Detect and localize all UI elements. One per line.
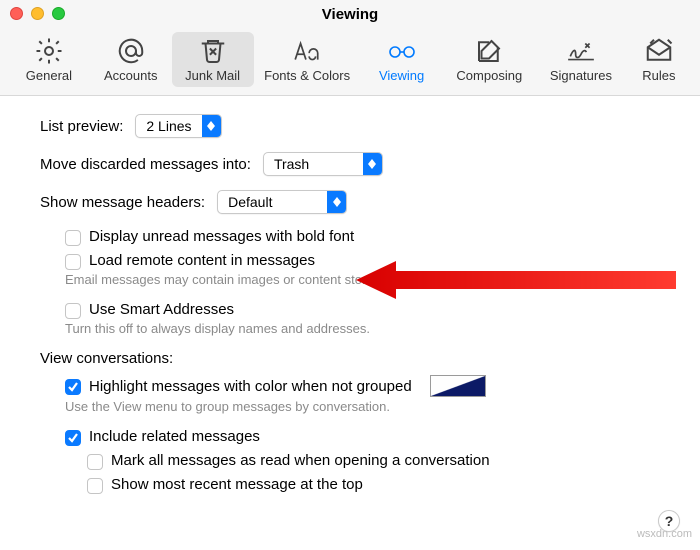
tab-junk-mail[interactable]: Junk Mail <box>172 32 254 87</box>
help-button-label: ? <box>665 513 674 529</box>
glasses-icon <box>387 36 417 66</box>
at-sign-icon <box>116 36 146 66</box>
tab-general-label: General <box>26 68 72 83</box>
move-discarded-select[interactable]: Trash <box>263 152 383 176</box>
highlight-color-well[interactable] <box>430 375 486 397</box>
minimize-window-button[interactable] <box>31 7 44 20</box>
tab-viewing-label: Viewing <box>379 68 424 83</box>
display-bold-label: Display unread messages with bold font <box>89 228 354 245</box>
tab-general[interactable]: General <box>8 32 90 87</box>
list-preview-label: List preview: <box>40 118 123 135</box>
smart-addresses-desc: Turn this off to always display names an… <box>65 321 676 336</box>
preferences-toolbar: General Accounts Junk Mail Fonts & Color… <box>0 28 700 96</box>
headers-select[interactable]: Default <box>217 190 347 214</box>
tab-accounts-label: Accounts <box>104 68 157 83</box>
list-preview-value: 2 Lines <box>136 118 201 134</box>
move-discarded-value: Trash <box>264 156 363 172</box>
move-discarded-label: Move discarded messages into: <box>40 156 251 173</box>
list-preview-select[interactable]: 2 Lines <box>135 114 221 138</box>
window-title: Viewing <box>0 6 700 23</box>
include-related-checkbox[interactable] <box>65 430 81 446</box>
headers-label: Show message headers: <box>40 194 205 211</box>
rules-icon <box>644 36 674 66</box>
tab-composing[interactable]: Composing <box>443 32 537 87</box>
tab-accounts[interactable]: Accounts <box>90 32 172 87</box>
chevron-updown-icon <box>327 190 346 214</box>
content-pane: List preview: 2 Lines Move discarded mes… <box>0 96 700 550</box>
tab-signatures-label: Signatures <box>550 68 612 83</box>
tab-fonts-colors-label: Fonts & Colors <box>264 68 350 83</box>
highlight-label: Highlight messages with color when not g… <box>89 378 412 395</box>
load-remote-content-checkbox[interactable] <box>65 254 81 270</box>
compose-icon <box>474 36 504 66</box>
smart-addresses-label: Use Smart Addresses <box>89 301 234 318</box>
include-related-label: Include related messages <box>89 428 260 445</box>
trash-bin-icon <box>198 36 228 66</box>
highlight-desc: Use the View menu to group messages by c… <box>65 399 676 414</box>
signature-icon <box>566 36 596 66</box>
tab-viewing[interactable]: Viewing <box>361 32 443 87</box>
watermark: wsxdn.com <box>637 528 692 540</box>
close-window-button[interactable] <box>10 7 23 20</box>
tab-composing-label: Composing <box>456 68 522 83</box>
zoom-window-button[interactable] <box>52 7 65 20</box>
load-remote-content-label: Load remote content in messages <box>89 252 315 269</box>
chevron-updown-icon <box>202 114 221 138</box>
tab-rules-label: Rules <box>642 68 675 83</box>
load-remote-content-desc: Email messages may contain images or con… <box>65 272 676 287</box>
mark-read-label: Mark all messages as read when opening a… <box>111 452 490 469</box>
tab-junk-mail-label: Junk Mail <box>185 68 240 83</box>
tab-signatures[interactable]: Signatures <box>536 32 626 87</box>
recent-top-label: Show most recent message at the top <box>111 476 363 493</box>
view-conversations-heading: View conversations: <box>40 350 676 367</box>
display-bold-checkbox[interactable] <box>65 230 81 246</box>
tab-fonts-colors[interactable]: Fonts & Colors <box>254 32 361 87</box>
tab-rules[interactable]: Rules <box>626 32 692 87</box>
fonts-icon <box>292 36 322 66</box>
titlebar: Viewing <box>0 0 700 28</box>
chevron-updown-icon <box>363 152 382 176</box>
smart-addresses-checkbox[interactable] <box>65 303 81 319</box>
gear-icon <box>34 36 64 66</box>
headers-value: Default <box>218 194 327 210</box>
recent-top-checkbox[interactable] <box>87 478 103 494</box>
highlight-checkbox[interactable] <box>65 379 81 395</box>
mark-read-checkbox[interactable] <box>87 454 103 470</box>
